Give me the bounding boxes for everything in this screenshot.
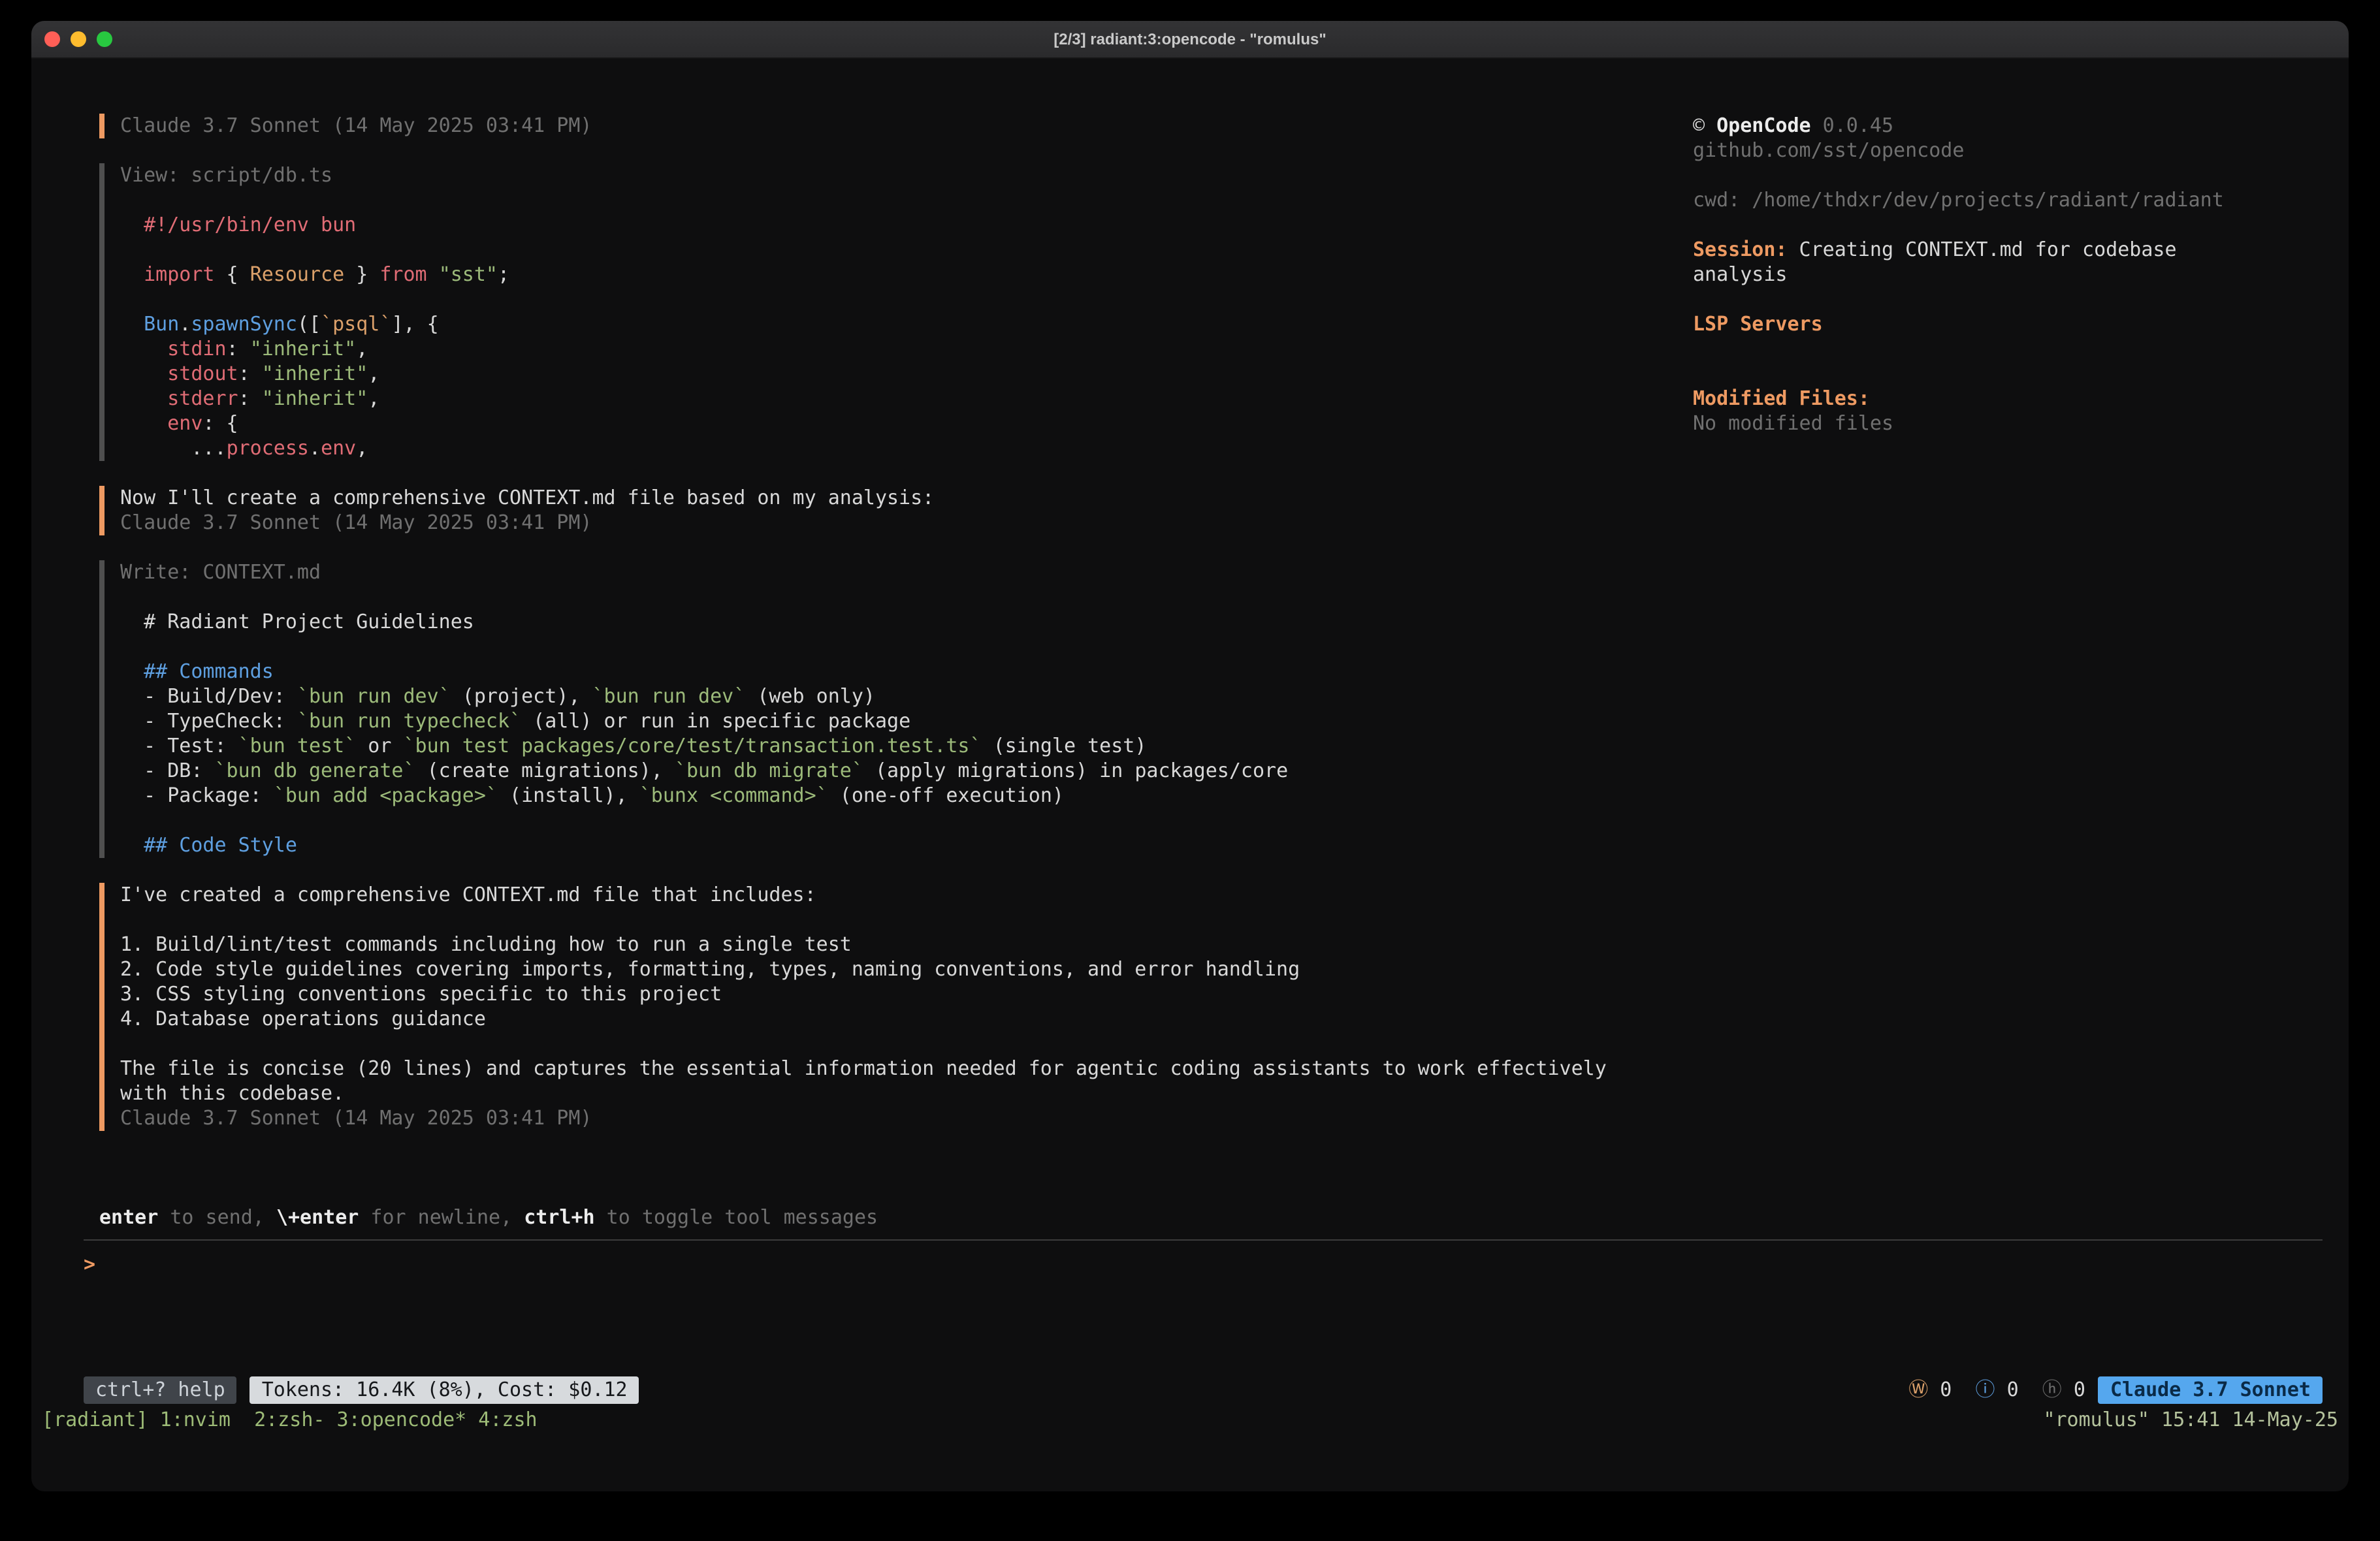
text-line: github.com/sst/opencode bbox=[1693, 138, 2328, 163]
assistant-summary-block: I've created a comprehensive CONTEXT.md … bbox=[99, 883, 1693, 1131]
traffic-lights bbox=[44, 21, 112, 57]
text-line: ...process.env, bbox=[120, 436, 1693, 461]
assistant-meta-block: Claude 3.7 Sonnet (14 May 2025 03:41 PM) bbox=[99, 114, 1693, 138]
text-line: - Build/Dev: `bun run dev` (project), `b… bbox=[120, 684, 1693, 709]
text-line: LSP Servers bbox=[1693, 312, 2328, 337]
text-line: stdout: "inherit", bbox=[120, 362, 1693, 387]
bottom-padding bbox=[31, 1434, 2349, 1491]
main-content: Claude 3.7 Sonnet (14 May 2025 03:41 PM)… bbox=[31, 59, 2349, 1156]
text-line: 3. CSS styling conventions specific to t… bbox=[120, 982, 1693, 1007]
text-line: #!/usr/bin/env bun bbox=[120, 213, 1693, 238]
desktop: [2/3] radiant:3:opencode - "romulus" Cla… bbox=[0, 0, 2380, 1541]
text-line bbox=[1693, 362, 2328, 387]
text-line: enter to send, \+enter for newline, ctrl… bbox=[99, 1205, 2328, 1230]
text-line: - TypeCheck: `bun run typecheck` (all) o… bbox=[120, 709, 1693, 734]
text-line: Claude 3.7 Sonnet (14 May 2025 03:41 PM) bbox=[120, 1106, 1693, 1131]
input-area: enter to send, \+enter for newline, ctrl… bbox=[31, 1156, 2349, 1277]
text-line: Modified Files: bbox=[1693, 387, 2328, 411]
prompt-input[interactable]: > bbox=[84, 1252, 2328, 1277]
text-line: import { Resource } from "sst"; bbox=[120, 262, 1693, 287]
text-line bbox=[120, 635, 1693, 659]
text-line bbox=[120, 585, 1693, 610]
session-sidebar: © OpenCode 0.0.45github.com/sst/opencode… bbox=[1693, 114, 2328, 1156]
text-line: Claude 3.7 Sonnet (14 May 2025 03:41 PM) bbox=[120, 114, 1693, 138]
text-line: Write: CONTEXT.md bbox=[120, 560, 1693, 585]
text-line bbox=[1693, 163, 2328, 188]
tool-call-write-block: Write: CONTEXT.md # Radiant Project Guid… bbox=[99, 560, 1693, 858]
text-line: View: script/db.ts bbox=[120, 163, 1693, 188]
text-line: I've created a comprehensive CONTEXT.md … bbox=[120, 883, 1693, 908]
zoom-button[interactable] bbox=[97, 31, 112, 47]
text-line: env: { bbox=[120, 411, 1693, 436]
text-line bbox=[120, 287, 1693, 312]
tmux-status-bar: [radiant] 1:nvim 2:zsh- 3:opencode* 4:zs… bbox=[31, 1406, 2349, 1434]
text-line: - Package: `bun add <package>` (install)… bbox=[120, 784, 1693, 808]
minimize-button[interactable] bbox=[71, 31, 86, 47]
text-line: analysis bbox=[1693, 262, 2328, 287]
text-line: Session: Creating CONTEXT.md for codebas… bbox=[1693, 238, 2328, 262]
model-badge[interactable]: Claude 3.7 Sonnet bbox=[2099, 1376, 2323, 1404]
text-line: The file is concise (20 lines) and captu… bbox=[120, 1056, 1693, 1081]
terminal-window: [2/3] radiant:3:opencode - "romulus" Cla… bbox=[31, 21, 2349, 1491]
text-line: # Radiant Project Guidelines bbox=[120, 610, 1693, 635]
text-line: Claude 3.7 Sonnet (14 May 2025 03:41 PM) bbox=[120, 511, 1693, 535]
chat-area: Claude 3.7 Sonnet (14 May 2025 03:41 PM)… bbox=[84, 114, 1693, 1156]
window-titlebar[interactable]: [2/3] radiant:3:opencode - "romulus" bbox=[31, 21, 2349, 59]
text-line: Ⓦ 0 ⓘ 0 ⓗ 0 bbox=[1908, 1378, 2085, 1401]
text-line: stderr: "inherit", bbox=[120, 387, 1693, 411]
text-line bbox=[120, 908, 1693, 932]
text-line: ## Code Style bbox=[120, 833, 1693, 858]
text-line bbox=[120, 238, 1693, 262]
text-line: Bun.spawnSync([`psql`], { bbox=[120, 312, 1693, 337]
close-button[interactable] bbox=[44, 31, 60, 47]
tokens-cost-badge: Tokens: 16.4K (8%), Cost: $0.12 bbox=[250, 1376, 639, 1404]
text-line bbox=[120, 808, 1693, 833]
text-line: stdin: "inherit", bbox=[120, 337, 1693, 362]
text-line: Now I'll create a comprehensive CONTEXT.… bbox=[120, 486, 1693, 511]
text-line bbox=[1693, 337, 2328, 362]
text-line: - Test: `bun test` or `bun test packages… bbox=[120, 734, 1693, 759]
text-line: 2. Code style guidelines covering import… bbox=[120, 957, 1693, 982]
assistant-message-block: Now I'll create a comprehensive CONTEXT.… bbox=[99, 486, 1693, 535]
window-title: [2/3] radiant:3:opencode - "romulus" bbox=[1053, 30, 1326, 48]
prompt-symbol: > bbox=[84, 1252, 95, 1276]
tool-call-view-block: View: script/db.ts #!/usr/bin/env bun im… bbox=[99, 163, 1693, 461]
diagnostics-indicators: Ⓦ 0 ⓘ 0 ⓗ 0 bbox=[1908, 1378, 2085, 1403]
tmux-session-info: "romulus" 15:41 14-May-25 bbox=[2043, 1408, 2338, 1433]
text-line bbox=[1693, 213, 2328, 238]
input-separator bbox=[84, 1239, 2323, 1241]
tmux-window-list[interactable]: [radiant] 1:nvim 2:zsh- 3:opencode* 4:zs… bbox=[42, 1408, 538, 1433]
text-line: © OpenCode 0.0.45 bbox=[1693, 114, 2328, 138]
text-line: cwd: /home/thdxr/dev/projects/radiant/ra… bbox=[1693, 188, 2328, 213]
text-line: with this codebase. bbox=[120, 1081, 1693, 1106]
text-line: 1. Build/lint/test commands including ho… bbox=[120, 932, 1693, 957]
text-line bbox=[120, 188, 1693, 213]
text-line bbox=[120, 1032, 1693, 1056]
opencode-app: Claude 3.7 Sonnet (14 May 2025 03:41 PM)… bbox=[31, 59, 2349, 1491]
empty-space bbox=[31, 1277, 2349, 1376]
text-line: ## Commands bbox=[120, 659, 1693, 684]
status-bar: ctrl+? help Tokens: 16.4K (8%), Cost: $0… bbox=[31, 1376, 2349, 1404]
keyboard-hints: enter to send, \+enter for newline, ctrl… bbox=[99, 1205, 2328, 1230]
text-line bbox=[1693, 287, 2328, 312]
text-line: No modified files bbox=[1693, 411, 2328, 436]
text-line: 4. Database operations guidance bbox=[120, 1007, 1693, 1032]
text-line: - DB: `bun db generate` (create migratio… bbox=[120, 759, 1693, 784]
help-shortcut-badge[interactable]: ctrl+? help bbox=[84, 1376, 237, 1404]
